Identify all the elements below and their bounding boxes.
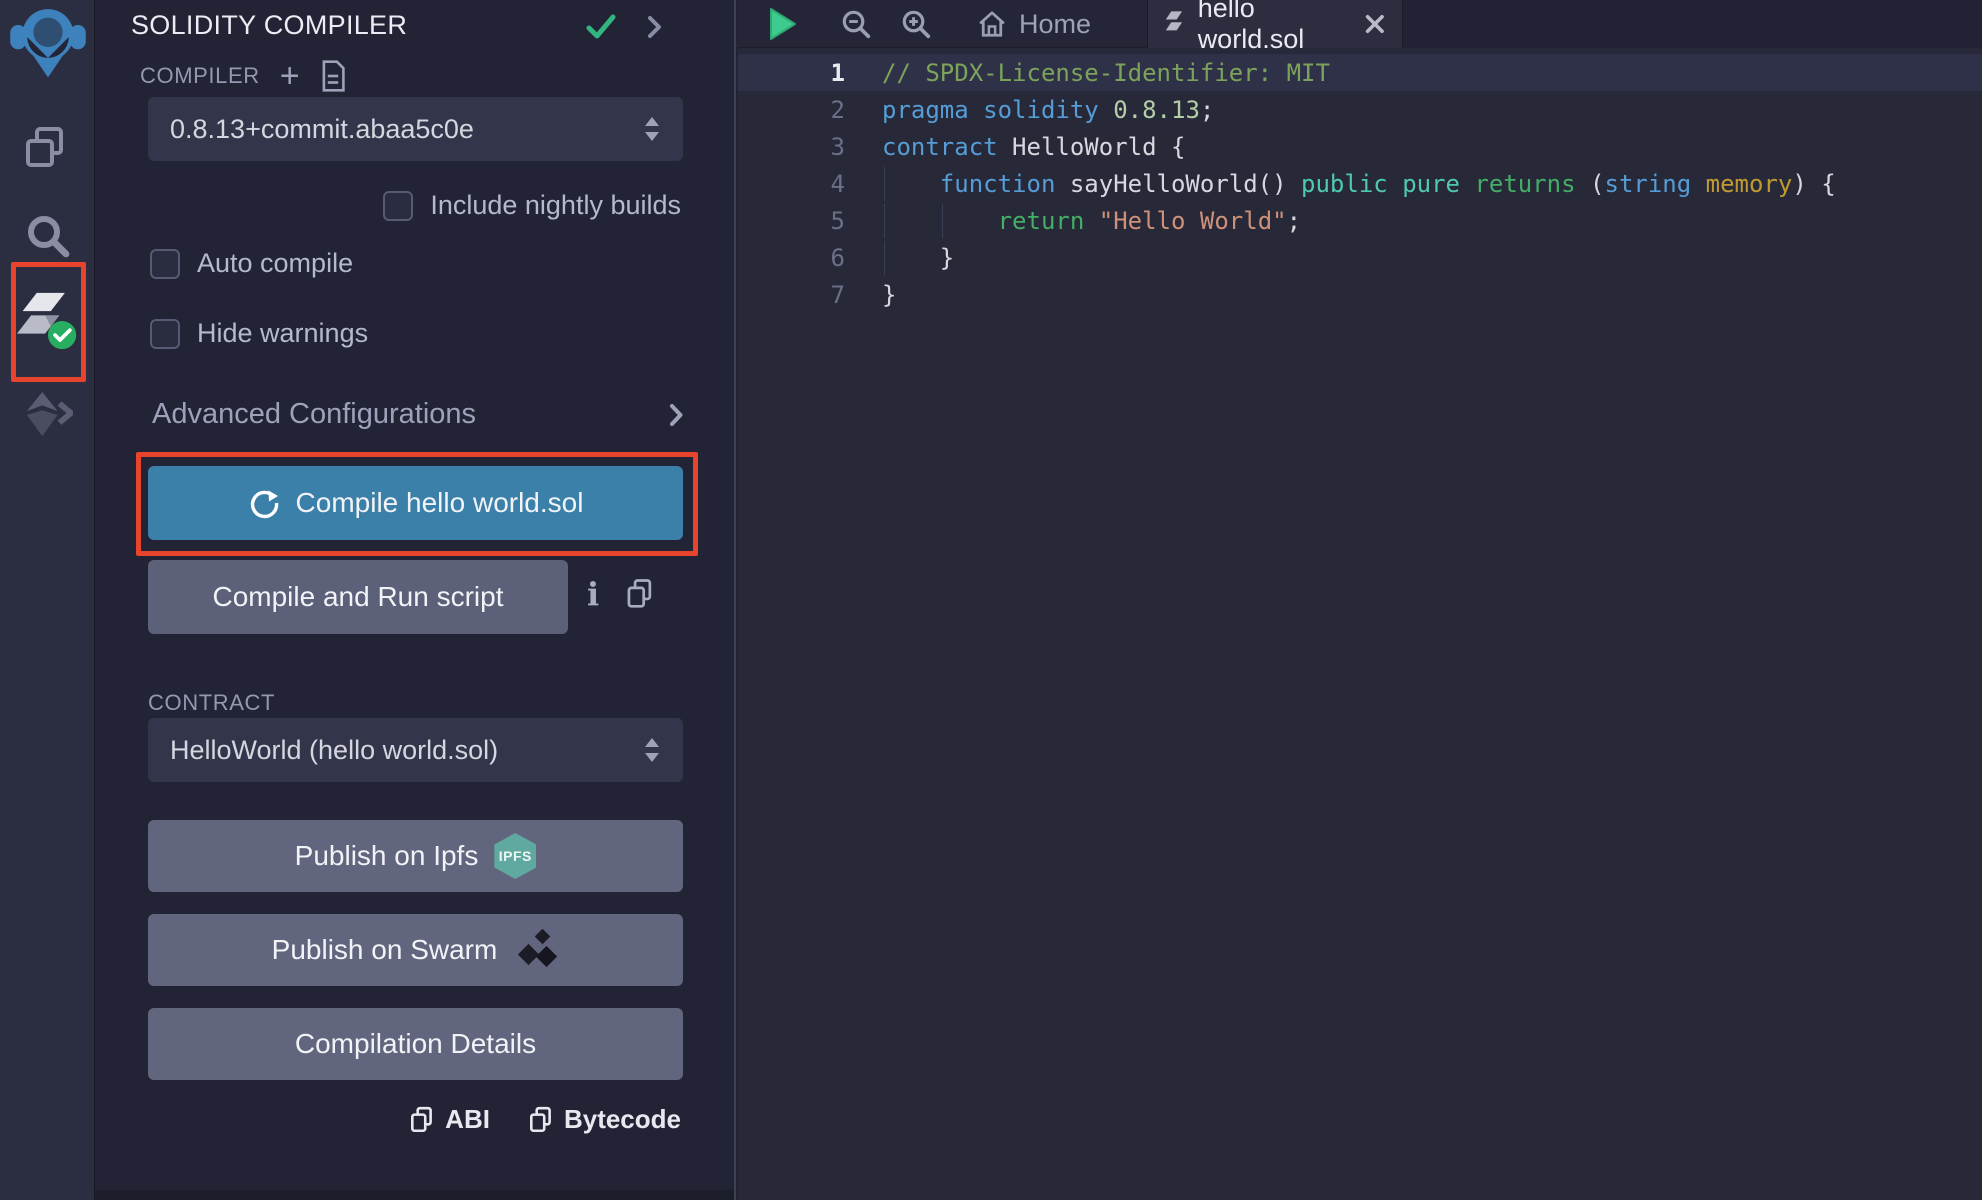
- hide-warnings-row: Hide warnings: [150, 318, 368, 349]
- sidebar-item-deploy-and-run[interactable]: [0, 392, 95, 438]
- tab-hello-world-sol[interactable]: hello world.sol: [1147, 0, 1402, 48]
- copy-artifacts-row: ABI Bytecode: [409, 1104, 681, 1135]
- info-icon[interactable]: i: [587, 578, 599, 610]
- solidity-compiler-icon: [17, 290, 79, 352]
- copy-icon: [528, 1106, 554, 1134]
- editor-tab-bar: Home hello world.sol: [738, 0, 1982, 48]
- publish-ipfs-label: Publish on Ipfs: [295, 840, 479, 872]
- indent-guide: [942, 204, 943, 238]
- chevron-right-icon: [669, 402, 684, 428]
- refresh-icon: [248, 487, 280, 519]
- indent-guide: [884, 167, 885, 201]
- auto-compile-label: Auto compile: [197, 248, 353, 279]
- compiler-label: COMPILER: [140, 63, 260, 89]
- zoom-out-button[interactable]: [840, 0, 872, 48]
- publish-swarm-button[interactable]: Publish on Swarm: [148, 914, 683, 986]
- compile-run-aux-icons: i: [587, 578, 655, 610]
- home-icon: [977, 9, 1007, 39]
- line-number: 2: [738, 96, 845, 124]
- code-lines[interactable]: 1// SPDX-License-Identifier: MIT2pragma …: [738, 48, 1982, 1200]
- contract-select[interactable]: HelloWorld (hello world.sol): [148, 718, 683, 782]
- copy-abi-button[interactable]: ABI: [409, 1104, 490, 1135]
- abi-label: ABI: [445, 1104, 490, 1135]
- line-number: 4: [738, 170, 845, 198]
- line-number: 1: [738, 59, 845, 87]
- compiler-section-header: COMPILER +: [140, 60, 346, 92]
- advanced-configurations-label: Advanced Configurations: [152, 398, 476, 430]
- code-line[interactable]: 1// SPDX-License-Identifier: MIT: [738, 54, 1982, 91]
- panel-header: SOLIDITY COMPILER: [131, 10, 706, 50]
- tab-home-label: Home: [1019, 9, 1091, 40]
- tab-file-label: hello world.sol: [1198, 0, 1353, 55]
- code-line[interactable]: 7}: [738, 276, 1982, 313]
- include-nightly-row: Include nightly builds: [383, 190, 681, 221]
- select-arrows-icon: [643, 115, 661, 143]
- indent-guide: [884, 241, 885, 275]
- compile-button-label: Compile hello world.sol: [296, 487, 584, 519]
- hide-warnings-checkbox[interactable]: [150, 319, 180, 349]
- compile-and-run-button[interactable]: Compile and Run script: [148, 560, 568, 634]
- activity-icon-bar: [0, 0, 95, 1200]
- line-number: 6: [738, 244, 845, 272]
- compilation-details-button[interactable]: Compilation Details: [148, 1008, 683, 1080]
- sidebar-item-file-explorer[interactable]: [0, 125, 95, 173]
- solidity-compiler-panel: SOLIDITY COMPILER COMPILER + 0.8.: [95, 0, 736, 1200]
- panel-title: SOLIDITY COMPILER: [131, 10, 407, 40]
- add-compiler-icon[interactable]: +: [280, 63, 300, 89]
- include-nightly-label: Include nightly builds: [430, 190, 681, 221]
- tab-bar-empty-space: [1402, 0, 1982, 48]
- contract-label: CONTRACT: [148, 690, 275, 716]
- code-line[interactable]: 5 return "Hello World";: [738, 202, 1982, 239]
- compile-and-run-label: Compile and Run script: [212, 581, 503, 613]
- code-line[interactable]: 6 }: [738, 239, 1982, 276]
- auto-compile-checkbox[interactable]: [150, 249, 180, 279]
- search-icon: [24, 212, 72, 260]
- code-line[interactable]: 3contract HelloWorld {: [738, 128, 1982, 165]
- panel-pin-chevron-icon[interactable]: [647, 14, 663, 40]
- sidebar-item-solidity-compiler[interactable]: [0, 290, 95, 352]
- compiler-version-select[interactable]: 0.8.13+commit.abaa5c0e: [148, 97, 683, 161]
- publish-swarm-label: Publish on Swarm: [272, 934, 498, 966]
- close-tab-icon[interactable]: [1364, 12, 1386, 36]
- select-arrows-icon: [643, 736, 661, 764]
- remix-ide-window: SOLIDITY COMPILER COMPILER + 0.8.: [0, 0, 1982, 1200]
- include-nightly-checkbox[interactable]: [383, 191, 413, 221]
- compiler-config-file-icon[interactable]: [320, 60, 346, 92]
- swarm-icon: [513, 929, 559, 971]
- zoom-in-icon: [900, 8, 932, 40]
- advanced-configurations-toggle[interactable]: Advanced Configurations: [152, 398, 688, 434]
- play-icon: [768, 7, 798, 41]
- hide-warnings-label: Hide warnings: [197, 318, 368, 349]
- bytecode-label: Bytecode: [564, 1104, 681, 1135]
- contract-select-value: HelloWorld (hello world.sol): [170, 735, 498, 766]
- solidity-file-icon: [1164, 9, 1186, 39]
- zoom-in-button[interactable]: [900, 0, 932, 48]
- remix-logo[interactable]: [0, 6, 95, 78]
- line-number: 7: [738, 281, 845, 309]
- line-number: 3: [738, 133, 845, 161]
- compile-button[interactable]: Compile hello world.sol: [148, 466, 683, 540]
- sidebar-item-search[interactable]: [0, 212, 95, 260]
- copy-bytecode-button[interactable]: Bytecode: [528, 1104, 681, 1135]
- publish-ipfs-button[interactable]: Publish on Ipfs IPFS: [148, 820, 683, 892]
- file-explorer-icon: [24, 125, 72, 173]
- run-script-button[interactable]: [768, 0, 798, 48]
- code-line[interactable]: 4 function sayHelloWorld() public pure r…: [738, 165, 1982, 202]
- tab-home[interactable]: Home: [963, 0, 1105, 48]
- zoom-out-icon: [840, 8, 872, 40]
- panel-bottom-edge: [95, 1190, 734, 1200]
- copy-script-icon[interactable]: [625, 578, 655, 610]
- copy-icon: [409, 1106, 435, 1134]
- auto-compile-row: Auto compile: [150, 248, 353, 279]
- compiler-version-value: 0.8.13+commit.abaa5c0e: [170, 114, 474, 145]
- compilation-details-label: Compilation Details: [295, 1028, 536, 1060]
- deploy-and-run-icon: [23, 392, 73, 438]
- code-editor: Home hello world.sol 1// SPDX-License-Id…: [738, 0, 1982, 1200]
- indent-guide: [884, 204, 885, 238]
- line-number: 5: [738, 207, 845, 235]
- compile-success-check-icon: [586, 14, 616, 40]
- remix-logo-icon: [9, 6, 87, 78]
- code-line[interactable]: 2pragma solidity 0.8.13;: [738, 91, 1982, 128]
- ipfs-badge-icon: IPFS: [494, 833, 536, 879]
